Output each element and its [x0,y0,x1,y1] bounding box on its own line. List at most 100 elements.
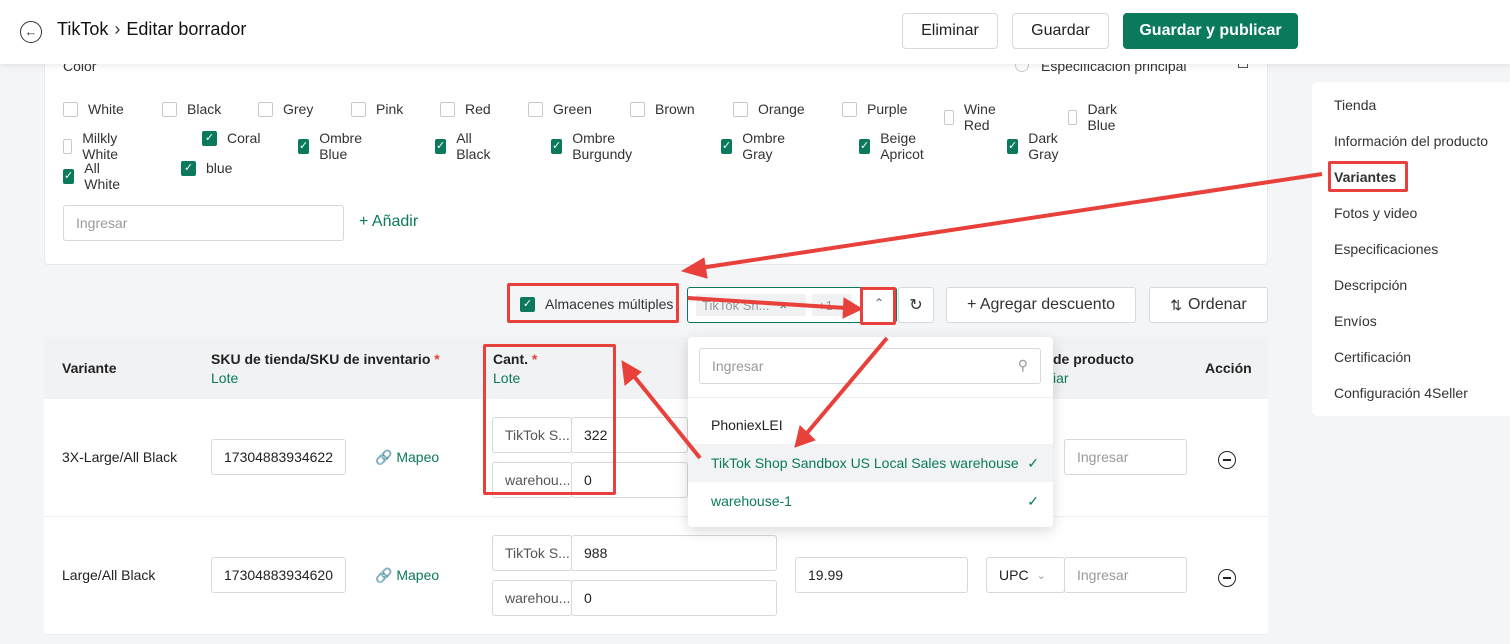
delete-button[interactable]: Eliminar [902,13,998,49]
color-option[interactable]: Milkly White [63,130,124,162]
color-option-label: Purple [867,101,908,117]
color-option[interactable]: Purple [842,101,907,117]
sidebar-item-shipping[interactable]: Envíos [1334,313,1377,329]
sidebar-item-photos[interactable]: Fotos y video [1334,205,1417,221]
color-option[interactable]: Green [528,101,592,117]
annotation-box [1328,161,1408,192]
checkbox-checked-icon: ✓ [1007,138,1019,154]
dropdown-option[interactable]: TikTok Shop Sandbox US Local Sales wareh… [688,444,1053,482]
dropdown-search-placeholder: Ingresar [712,358,764,374]
color-option[interactable]: Brown [630,101,695,117]
chevron-right-icon: › [114,19,121,39]
mapping-label: Mapeo [396,567,440,583]
checkbox-checked-icon: ✓ [202,130,217,146]
color-option-label: Dark Gray [1028,130,1059,162]
color-option[interactable]: ✓ Beige Apricot [859,130,928,162]
sort-button[interactable]: ⇅ Ordenar [1149,287,1268,323]
sidebar-item-store[interactable]: Tienda [1334,97,1376,113]
save-publish-button[interactable]: Guardar y publicar [1123,13,1298,49]
color-option[interactable]: ✓ blue [181,160,232,176]
mapping-label: Mapeo [396,449,440,465]
color-option[interactable]: Wine Red [944,101,1001,133]
product-id-input[interactable]: Ingresar [1064,557,1187,593]
remove-row-icon[interactable] [1218,569,1236,587]
color-input[interactable]: Ingresar [63,205,344,241]
sku-input[interactable]: 17304883934620 [211,557,346,593]
color-option[interactable]: ✓ Ombre Gray [721,130,789,162]
sku-input[interactable]: 17304883934622 [211,439,346,475]
qty-input[interactable]: 0 [571,580,777,616]
color-option[interactable]: Dark Blue [1068,101,1123,133]
option-label: TikTok Shop Sandbox US Local Sales wareh… [711,455,1019,471]
breadcrumb-page: Editar borrador [126,19,247,39]
checkbox-icon [258,101,273,117]
color-option[interactable]: ✓ Ombre Blue [298,130,366,162]
save-button[interactable]: Guardar [1012,13,1109,49]
divider [688,397,1053,398]
color-option[interactable]: Red [440,101,491,117]
breadcrumb: TikTok › Editar borrador [57,19,246,40]
sku-batch-link[interactable]: Lote [211,370,238,386]
color-option-label: Red [465,101,491,117]
warehouse-dropdown: Ingresar ⚲ PhoniexLEI TikTok Shop Sandbo… [688,337,1053,527]
sidebar-item-specs[interactable]: Especificaciones [1334,241,1438,257]
checkbox-icon [440,101,455,117]
required-mark: * [434,351,440,367]
link-icon: 🔗 [375,567,393,583]
product-id-input[interactable]: Ingresar [1064,439,1187,475]
qty-input[interactable]: 988 [571,535,777,571]
color-option[interactable]: Orange [733,101,805,117]
color-option-label: All White [84,160,121,192]
color-option-label: Orange [758,101,805,117]
color-option-label: Milkly White [82,130,119,162]
color-option[interactable]: ✓ Coral [202,130,260,146]
color-option[interactable]: ✓ All Black [435,130,494,162]
variant-name: Large/All Black [62,567,156,583]
col-product-id: de producto [1053,351,1134,367]
color-option[interactable]: Grey [258,101,313,117]
arrow-left-icon[interactable]: ← [20,21,42,43]
color-option[interactable]: ✓ All White [63,160,124,192]
color-option-label: Beige Apricot [880,130,924,162]
more-tags: +1 [812,294,852,316]
mapping-link[interactable]: 🔗 Mapeo [375,449,439,466]
color-option[interactable]: Black [162,101,221,117]
checkbox-icon [944,109,954,125]
color-option[interactable]: Pink [351,101,403,117]
selected-warehouse-tag: TikTok Sh... × [696,294,806,316]
sidebar-item-4seller-config[interactable]: Configuración 4Seller [1334,385,1468,401]
remove-row-icon[interactable] [1218,451,1236,469]
chevron-down-icon: ⌄ [1036,569,1046,582]
sidebar-item-product-info[interactable]: Información del producto [1334,133,1488,149]
checkbox-checked-icon: ✓ [859,138,871,154]
dropdown-option[interactable]: warehouse-1 ✓ [688,482,1053,520]
id-type-select[interactable]: UPC ⌄ [986,557,1065,593]
price-input[interactable]: 19.99 [795,557,968,593]
col-sku-label: SKU de tienda/SKU de inventario [211,351,431,367]
add-color-button[interactable]: + Añadir [359,213,418,231]
add-discount-button[interactable]: + Agregar descuento [946,287,1136,323]
color-option[interactable]: ✓ Dark Gray [1007,130,1062,162]
checkbox-checked-icon: ✓ [721,138,733,154]
mapping-link[interactable]: 🔗 Mapeo [375,567,439,584]
checkbox-icon [630,101,645,117]
breadcrumb-app[interactable]: TikTok [57,19,108,39]
col-action: Acción [1205,360,1252,376]
checkbox-icon [63,101,78,117]
dropdown-option[interactable]: PhoniexLEI [688,406,1053,444]
product-id-link[interactable]: iar [1053,370,1069,386]
close-icon[interactable]: × [779,298,787,313]
color-option[interactable]: White [63,101,124,117]
warehouse-name: TikTok S... [492,535,572,571]
color-option-label: Black [187,101,222,117]
color-option[interactable]: ✓ Ombre Burgundy [551,130,636,162]
refresh-icon[interactable]: ↻ [898,287,934,323]
sidebar-item-description[interactable]: Descripción [1334,277,1407,293]
sort-label: Ordenar [1188,296,1247,313]
annotation-box [507,283,679,323]
search-icon: ⚲ [1017,357,1028,373]
sidebar-item-certification[interactable]: Certificación [1334,349,1411,365]
color-option-label: Ombre Gray [742,130,786,162]
id-type-value: UPC [999,567,1029,583]
dropdown-search-input[interactable]: Ingresar ⚲ [699,348,1041,384]
